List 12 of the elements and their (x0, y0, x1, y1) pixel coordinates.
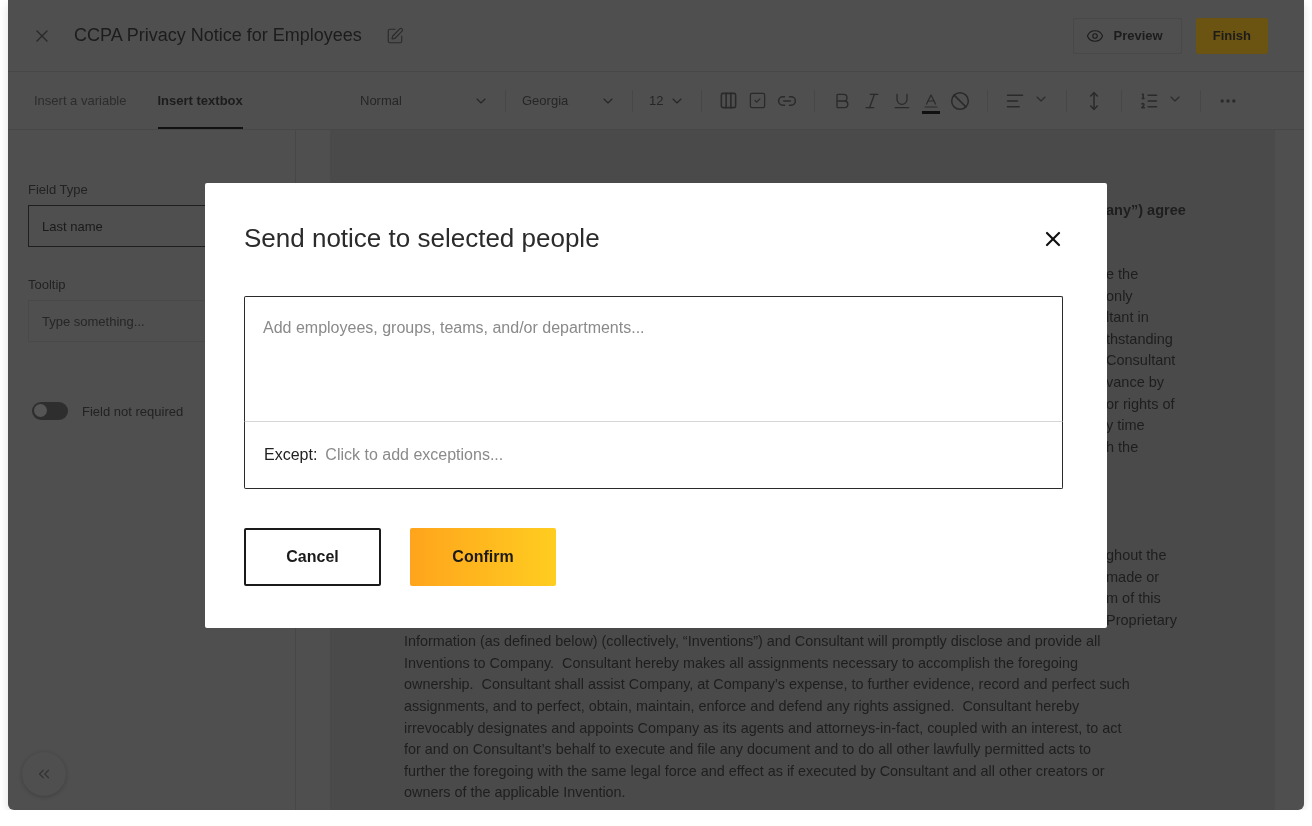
cancel-button[interactable]: Cancel (244, 528, 381, 586)
finish-button[interactable]: Finish (1195, 17, 1268, 54)
checkbox-icon[interactable] (748, 91, 767, 110)
dialog-title: Send notice to selected people (244, 223, 600, 254)
toggle-switch[interactable] (32, 402, 68, 420)
clear-format-icon[interactable] (950, 90, 970, 111)
table-icon[interactable] (719, 91, 738, 110)
collapse-button[interactable] (22, 752, 66, 796)
edit-icon[interactable] (385, 26, 404, 45)
except-label: Except: (264, 446, 318, 464)
confirm-button[interactable]: Confirm (410, 528, 556, 586)
recipients-field[interactable]: Add employees, groups, teams, and/or departments... (244, 296, 1063, 422)
